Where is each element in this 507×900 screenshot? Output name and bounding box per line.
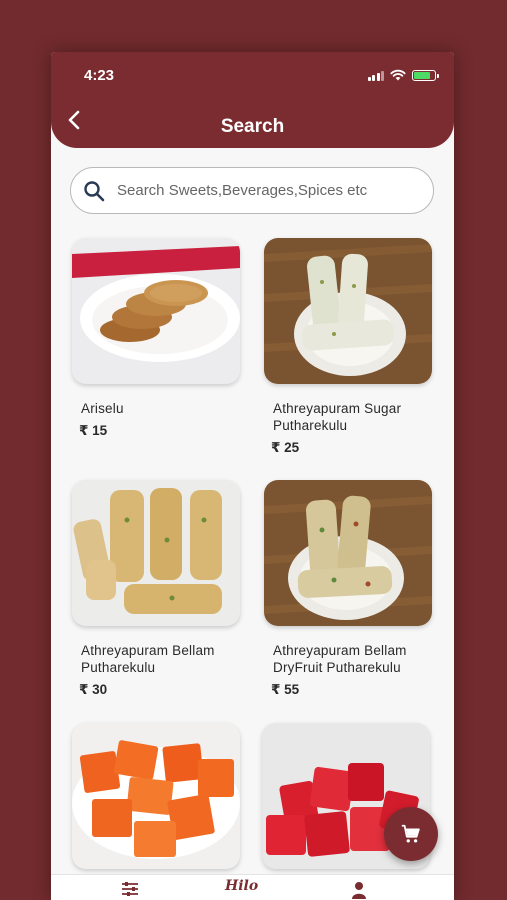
search-input[interactable]	[117, 182, 407, 199]
product-card[interactable]	[72, 723, 240, 885]
wifi-icon	[390, 69, 406, 81]
product-card[interactable]: Athreyapuram Sugar Putharekulu ₹ 25	[264, 238, 432, 456]
cart-button[interactable]	[384, 807, 438, 861]
product-name: Athreyapuram Bellam DryFruit Putharekulu	[273, 643, 407, 675]
product-card[interactable]: Athreyapuram Bellam DryFruit Putharekulu…	[264, 480, 432, 698]
product-name: Ariselu	[81, 401, 124, 416]
app-header: 4:23 Search	[51, 52, 454, 148]
nav-logo[interactable]: Hilo	[225, 878, 258, 894]
battery-icon	[412, 69, 439, 81]
product-name: Athreyapuram Bellam Putharekulu	[81, 643, 215, 675]
product-image[interactable]	[72, 480, 240, 626]
phone-screen: 4:23 Search Search Sweets,Beverages,Spic…	[51, 52, 454, 900]
bottom-nav: Hilo	[51, 874, 454, 900]
profile-icon[interactable]	[351, 881, 367, 899]
product-image[interactable]	[264, 238, 432, 384]
product-image[interactable]	[264, 480, 432, 626]
product-name: Athreyapuram Sugar Putharekulu	[273, 401, 402, 433]
search-bar[interactable]	[70, 167, 434, 214]
product-price: ₹ 15	[79, 423, 108, 438]
product-price: ₹ 30	[79, 682, 108, 697]
status-time: 4:23	[84, 67, 115, 84]
page-title: Search	[220, 116, 285, 137]
product-image[interactable]	[72, 238, 240, 384]
product-image[interactable]	[72, 723, 240, 869]
signal-icon	[367, 70, 384, 81]
product-price: ₹ 25	[271, 440, 300, 455]
status-icons	[367, 69, 439, 81]
cart-icon	[401, 824, 420, 843]
product-price: ₹ 55	[271, 682, 300, 697]
product-card[interactable]: Athreyapuram Bellam Putharekulu ₹ 30	[72, 480, 240, 698]
product-card[interactable]	[262, 723, 430, 885]
filter-icon[interactable]	[121, 881, 139, 897]
search-icon	[84, 180, 105, 201]
product-card[interactable]: Ariselu ₹ 15	[72, 238, 240, 439]
